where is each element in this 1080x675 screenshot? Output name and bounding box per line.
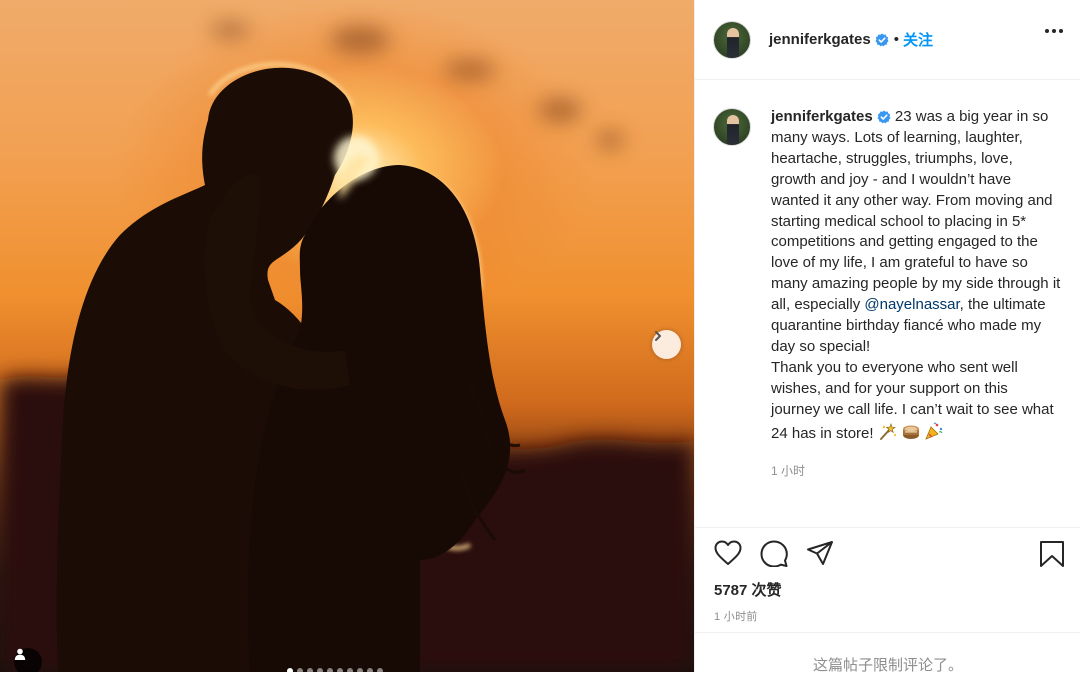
tagged-users-button[interactable] — [14, 648, 42, 672]
follow-button[interactable]: 关注 — [903, 29, 933, 50]
caption-timestamp[interactable]: 1 小时 — [771, 461, 1061, 482]
like-button[interactable] — [714, 540, 742, 571]
sparkler-icon — [879, 422, 896, 440]
heart-icon — [714, 540, 742, 565]
couple-silhouette-image — [0, 22, 694, 672]
cake-icon — [902, 425, 919, 439]
share-button[interactable] — [806, 540, 834, 571]
carousel-dot — [367, 668, 373, 672]
next-slide-button[interactable] — [652, 330, 681, 359]
caption-body: jenniferkgates 23 was a big year in so m… — [771, 107, 1061, 481]
more-dot-icon — [1045, 29, 1049, 33]
carousel-dot — [297, 668, 303, 672]
send-icon — [807, 541, 833, 565]
comment-icon — [760, 540, 788, 568]
post-actions-bar — [695, 527, 1080, 577]
carousel-dot — [347, 668, 353, 672]
header-username[interactable]: jenniferkgates — [769, 31, 871, 48]
caption-text: jenniferkgates 23 was a big year in so m… — [771, 107, 1061, 358]
mention-link[interactable]: @nayelnassar — [864, 296, 959, 313]
verified-badge-icon — [875, 33, 889, 47]
party-popper-icon — [924, 422, 943, 440]
instagram-post: jenniferkgates • 关注 jenniferkgates 23 wa… — [0, 0, 1080, 674]
caption-text-part1: 23 was a big year in so many ways. Lots … — [771, 108, 1061, 314]
carousel-dot — [337, 668, 343, 672]
user-icon — [14, 648, 26, 660]
carousel-indicator — [287, 668, 383, 672]
header-separator: • — [893, 31, 899, 48]
caption-avatar[interactable] — [713, 108, 751, 146]
more-dot-icon — [1059, 29, 1063, 33]
comment-button[interactable] — [760, 540, 788, 572]
avatar[interactable] — [713, 20, 751, 59]
more-options-button[interactable] — [1045, 29, 1063, 33]
like-count[interactable]: 5787 次赞 — [714, 579, 782, 600]
carousel-dot — [317, 668, 323, 672]
caption-comment: jenniferkgates 23 was a big year in so m… — [713, 107, 1069, 481]
post-header: jenniferkgates • 关注 — [695, 0, 1080, 80]
more-dot-icon — [1052, 29, 1056, 33]
caption-text-paragraph2: Thank you to everyone who sent well wish… — [771, 358, 1061, 445]
post-side-panel: jenniferkgates • 关注 jenniferkgates 23 wa… — [694, 0, 1080, 674]
post-photo[interactable] — [0, 0, 694, 672]
carousel-dot — [327, 668, 333, 672]
carousel-dot — [307, 668, 313, 672]
post-timestamp[interactable]: 1 小时前 — [714, 608, 758, 624]
verified-badge-icon — [877, 110, 891, 124]
carousel-dot — [357, 668, 363, 672]
carousel-dot — [287, 668, 293, 672]
caption-username[interactable]: jenniferkgates — [771, 108, 873, 125]
bookmark-icon — [1040, 541, 1064, 567]
comments-limited-notice: 这篇帖子限制评论了。 — [695, 632, 1080, 674]
save-button[interactable] — [1039, 540, 1065, 573]
chevron-right-icon — [655, 331, 661, 341]
carousel-dot — [377, 668, 383, 672]
caption-emojis — [878, 421, 944, 441]
